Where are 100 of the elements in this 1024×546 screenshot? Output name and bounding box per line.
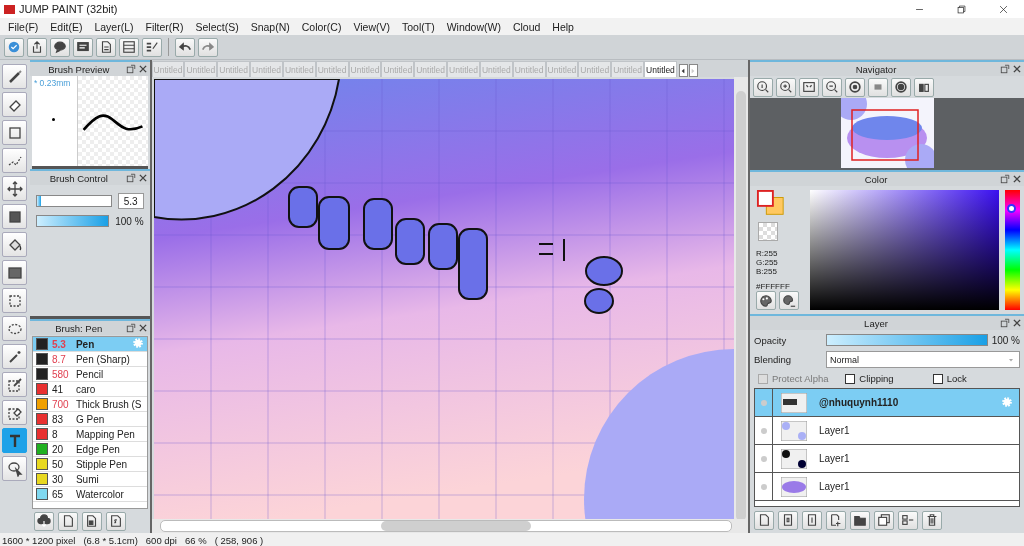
close-panel-button[interactable] xyxy=(137,173,148,183)
tool-button[interactable] xyxy=(2,456,28,481)
layer-row[interactable]: Layer1 xyxy=(755,445,1019,473)
tool-button[interactable] xyxy=(2,400,28,425)
list-button[interactable] xyxy=(119,37,139,57)
layer-row[interactable]: Layer1 xyxy=(755,473,1019,501)
cloud-download-button[interactable] xyxy=(33,511,54,531)
close-panel-button[interactable] xyxy=(1012,318,1022,328)
menu-item[interactable]: Filter(R) xyxy=(139,20,190,33)
layer-row[interactable]: Layer1 xyxy=(755,417,1019,445)
menu-item[interactable]: Tool(T) xyxy=(396,20,441,33)
layer-option-checkbox[interactable]: Clipping xyxy=(845,373,933,384)
brush-item[interactable]: 50 Stipple Pen xyxy=(32,457,147,472)
transparent-swatch[interactable] xyxy=(758,222,778,241)
menu-item[interactable]: Color(C) xyxy=(295,20,348,33)
menu-item[interactable]: View(V) xyxy=(347,20,396,33)
menu-item[interactable]: Select(S) xyxy=(189,20,245,33)
menu-item[interactable]: Edit(E) xyxy=(44,20,89,33)
mirror-button[interactable] xyxy=(914,77,934,97)
gear-icon xyxy=(1001,395,1013,408)
menu-item[interactable]: Window(W) xyxy=(440,20,507,33)
visibility-toggle[interactable] xyxy=(760,399,767,406)
brush-size-slider[interactable] xyxy=(35,195,112,207)
vertical-scrollbar[interactable] xyxy=(736,91,746,521)
hue-slider[interactable] xyxy=(1005,190,1020,310)
brush-item[interactable]: 30 Sumi xyxy=(32,472,147,487)
tool-button[interactable] xyxy=(2,316,28,341)
tool-button[interactable] xyxy=(2,288,28,313)
tool-button[interactable] xyxy=(2,232,28,257)
new-layer-button[interactable] xyxy=(754,510,774,530)
menu-item[interactable]: Help xyxy=(546,20,580,33)
brush-item[interactable]: 8.7 Pen (Sharp) xyxy=(32,352,147,367)
palette-edit-button[interactable] xyxy=(779,291,799,310)
horizontal-scrollbar[interactable] xyxy=(159,520,732,532)
brush-item[interactable]: 41 caro xyxy=(32,382,147,397)
visibility-toggle[interactable] xyxy=(760,483,767,490)
lasso-pointer-icon xyxy=(6,460,23,477)
brush-size-field[interactable]: 5.3 xyxy=(117,193,144,209)
tool-button[interactable] xyxy=(2,64,28,89)
new-page-button[interactable] xyxy=(57,511,78,531)
visibility-toggle[interactable] xyxy=(760,427,767,434)
blending-dropdown[interactable]: Normal xyxy=(826,351,1020,368)
float-panel-button[interactable] xyxy=(125,64,136,74)
brush-item[interactable]: 700 Thick Brush (S xyxy=(32,397,147,412)
layer-row[interactable]: @nhuquynh1110 xyxy=(755,389,1019,417)
layer-option-checkbox[interactable]: Lock xyxy=(932,373,1020,384)
close-panel-button[interactable] xyxy=(137,323,148,333)
brush-item[interactable]: 8 Mapping Pen xyxy=(32,427,147,442)
tool-button[interactable] xyxy=(2,260,28,285)
visibility-toggle[interactable] xyxy=(760,455,767,462)
brush-item[interactable]: 5.3 Pen xyxy=(32,337,147,352)
color-picker-field[interactable] xyxy=(810,190,999,310)
tool-button[interactable] xyxy=(2,204,28,229)
folder-button[interactable] xyxy=(850,510,870,530)
duplicate-button[interactable] xyxy=(874,510,894,530)
float-panel-button[interactable] xyxy=(1000,64,1010,74)
menu-item[interactable]: Cloud xyxy=(506,20,547,33)
zoom-in-button[interactable] xyxy=(776,77,796,97)
brush-item[interactable]: 65 Watercolor xyxy=(32,487,147,502)
menu-item[interactable]: Snap(N) xyxy=(244,20,296,33)
menu-item[interactable]: File(F) xyxy=(2,20,45,33)
float-panel-button[interactable] xyxy=(1000,174,1010,184)
merge-button[interactable] xyxy=(898,510,918,530)
close-panel-button[interactable] xyxy=(137,64,148,74)
layer-opacity-slider[interactable] xyxy=(826,334,988,346)
checklist-button[interactable] xyxy=(142,37,162,57)
brush-item[interactable]: 83 G Pen xyxy=(32,412,147,427)
zoom-out-button[interactable] xyxy=(822,77,842,97)
share-button[interactable] xyxy=(27,37,47,57)
document-button[interactable] xyxy=(96,37,116,57)
tool-button[interactable] xyxy=(2,372,28,397)
brush-opacity-slider[interactable] xyxy=(35,215,110,227)
close-panel-button[interactable] xyxy=(1012,174,1022,184)
float-panel-button[interactable] xyxy=(125,323,136,333)
script-file-button[interactable] xyxy=(105,511,126,531)
tool-button[interactable] xyxy=(2,428,28,453)
document-tab[interactable]: Untitled xyxy=(644,61,677,77)
menu-item[interactable]: Layer(L) xyxy=(88,20,140,33)
scroll-left-button[interactable] xyxy=(678,64,688,77)
float-panel-button[interactable] xyxy=(125,173,136,183)
palette-button[interactable] xyxy=(756,291,776,310)
opacity-reading: 100 % xyxy=(991,334,1020,346)
scroll-right-button[interactable] xyxy=(688,64,698,77)
color-swatches-icon[interactable] xyxy=(756,190,786,217)
close-panel-button[interactable] xyxy=(1012,64,1022,74)
add-layer-button[interactable] xyxy=(826,510,846,530)
panel-title: Color xyxy=(863,173,889,185)
tool-button[interactable] xyxy=(2,92,28,117)
tool-button[interactable] xyxy=(2,176,28,201)
speech-bubble-button[interactable] xyxy=(50,37,70,57)
fit-screen-button[interactable] xyxy=(799,77,819,97)
image-menu-button[interactable] xyxy=(81,511,102,531)
brush-item[interactable]: 20 Edge Pen xyxy=(32,442,147,457)
trash-button[interactable] xyxy=(922,510,942,530)
brush-item[interactable]: 580 Pencil xyxy=(32,367,147,382)
float-panel-button[interactable] xyxy=(1000,318,1010,328)
tool-button[interactable] xyxy=(2,344,28,369)
message-button[interactable] xyxy=(73,37,93,57)
undo-button[interactable] xyxy=(175,37,195,57)
zoom-actual-button[interactable] xyxy=(753,77,773,97)
